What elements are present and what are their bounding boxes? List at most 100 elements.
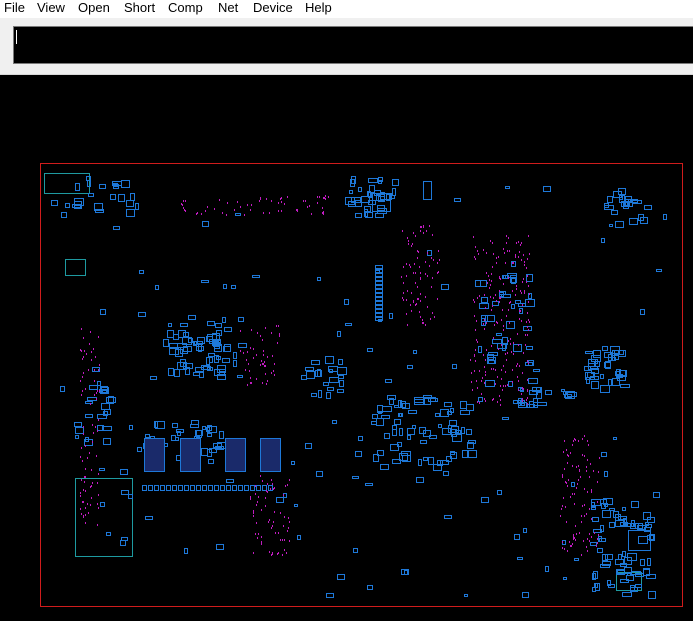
component[interactable] — [306, 371, 315, 379]
component[interactable] — [85, 401, 93, 404]
component[interactable] — [592, 517, 599, 522]
component[interactable] — [497, 490, 502, 495]
component[interactable] — [561, 389, 565, 392]
component[interactable] — [420, 440, 427, 444]
component[interactable] — [418, 459, 422, 466]
component[interactable] — [389, 313, 393, 319]
component[interactable] — [517, 557, 523, 560]
component[interactable] — [481, 297, 488, 303]
component[interactable] — [329, 377, 339, 383]
component[interactable] — [609, 508, 615, 511]
component[interactable] — [492, 301, 499, 306]
component[interactable] — [163, 339, 169, 347]
component[interactable] — [358, 187, 362, 192]
component[interactable] — [392, 429, 397, 436]
memory-chip[interactable] — [144, 438, 165, 472]
component[interactable] — [506, 321, 515, 329]
component[interactable] — [237, 375, 243, 378]
connector-pin[interactable] — [375, 277, 383, 281]
component[interactable] — [442, 428, 451, 435]
large-footprint[interactable] — [44, 173, 90, 194]
component[interactable] — [168, 323, 172, 327]
component[interactable] — [385, 379, 392, 383]
menu-help[interactable]: Help — [305, 0, 332, 18]
component[interactable] — [316, 471, 323, 477]
component[interactable] — [128, 494, 133, 499]
component[interactable] — [311, 360, 320, 365]
component[interactable] — [454, 198, 461, 202]
component[interactable] — [85, 414, 93, 418]
connector-pin[interactable] — [262, 485, 267, 491]
component[interactable] — [235, 213, 241, 216]
component[interactable] — [106, 532, 111, 536]
component[interactable] — [441, 284, 449, 290]
component[interactable] — [305, 443, 312, 449]
component[interactable] — [139, 270, 144, 274]
component[interactable] — [291, 461, 295, 465]
component[interactable] — [121, 537, 128, 541]
component[interactable] — [231, 285, 236, 289]
component[interactable] — [485, 315, 495, 322]
component[interactable] — [466, 404, 474, 411]
component[interactable] — [367, 585, 373, 590]
connector-pin[interactable] — [142, 485, 147, 491]
component[interactable] — [367, 348, 373, 352]
component[interactable] — [206, 357, 210, 365]
component[interactable] — [631, 501, 639, 508]
component[interactable] — [392, 425, 397, 430]
component-layer[interactable] — [51, 176, 667, 599]
component[interactable] — [207, 321, 215, 326]
component[interactable] — [638, 536, 648, 544]
component[interactable] — [563, 577, 567, 580]
component[interactable] — [611, 210, 618, 215]
connector-pin[interactable] — [250, 485, 255, 491]
component[interactable] — [113, 226, 120, 230]
component[interactable] — [215, 323, 222, 328]
component[interactable] — [604, 471, 608, 477]
component[interactable] — [543, 186, 551, 192]
component[interactable] — [294, 504, 298, 507]
component[interactable] — [468, 450, 477, 458]
component[interactable] — [602, 346, 608, 351]
component[interactable] — [326, 593, 334, 598]
component[interactable] — [511, 304, 515, 309]
component[interactable] — [233, 352, 237, 359]
component[interactable] — [129, 425, 133, 430]
component[interactable] — [380, 464, 389, 470]
component[interactable] — [505, 186, 510, 189]
component[interactable] — [394, 405, 399, 408]
connector-pin[interactable] — [375, 273, 383, 277]
component[interactable] — [184, 548, 188, 554]
component[interactable] — [545, 390, 552, 395]
connector-pin[interactable] — [214, 485, 219, 491]
component[interactable] — [201, 448, 208, 456]
component[interactable] — [523, 528, 527, 533]
component[interactable] — [233, 360, 237, 367]
connector-pin[interactable] — [375, 297, 383, 301]
menu-comp[interactable]: Comp — [168, 0, 203, 18]
component[interactable] — [443, 471, 449, 476]
component[interactable] — [428, 457, 434, 465]
component[interactable] — [126, 209, 135, 217]
component[interactable] — [368, 178, 378, 183]
connector-pin[interactable] — [256, 485, 261, 491]
connector-pin[interactable] — [160, 485, 165, 491]
component[interactable] — [223, 284, 227, 289]
connector-pin[interactable] — [196, 485, 201, 491]
menu-view[interactable]: View — [37, 0, 65, 18]
component[interactable] — [75, 427, 84, 434]
component[interactable] — [197, 337, 205, 344]
component[interactable] — [355, 213, 362, 218]
connector-pin[interactable] — [190, 485, 195, 491]
component[interactable] — [337, 331, 341, 337]
component[interactable] — [337, 574, 345, 580]
connector-pin[interactable] — [166, 485, 171, 491]
component[interactable] — [61, 212, 67, 218]
component[interactable] — [640, 309, 645, 315]
component[interactable] — [514, 534, 520, 540]
component[interactable] — [600, 385, 610, 393]
memory-chip[interactable] — [225, 438, 246, 472]
component[interactable] — [602, 510, 611, 518]
component[interactable] — [508, 381, 513, 387]
component[interactable] — [601, 238, 605, 243]
